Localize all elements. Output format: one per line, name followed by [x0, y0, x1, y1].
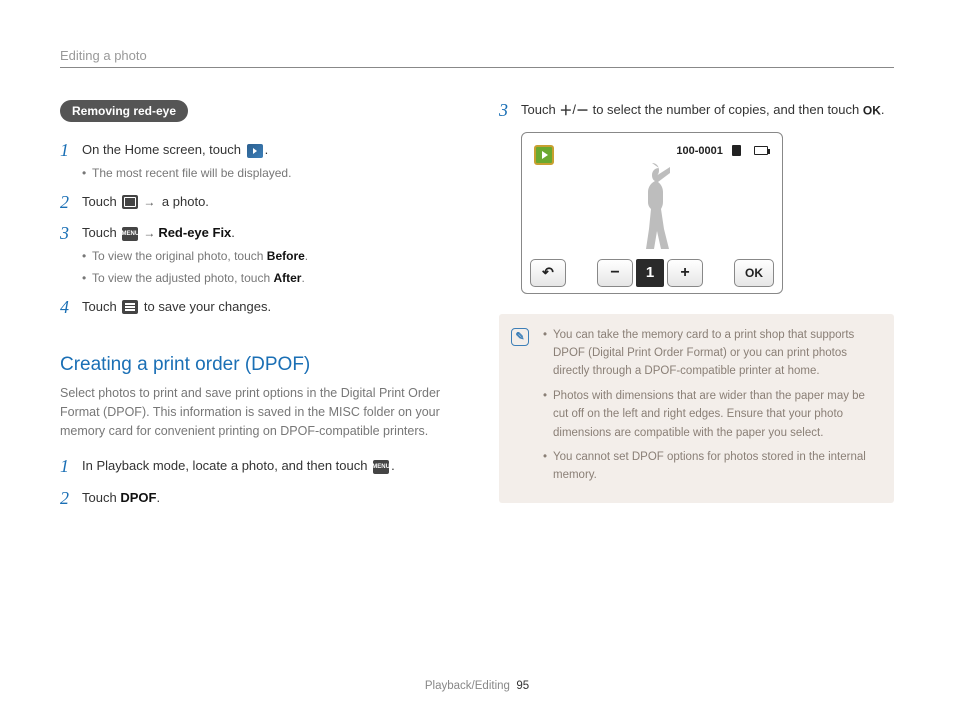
- step-row: 2 Touch → a photo.: [60, 192, 455, 214]
- content-columns: Removing red-eye 1 On the Home screen, t…: [60, 100, 894, 520]
- step-body: In Playback mode, locate a photo, and th…: [82, 456, 455, 476]
- counter-value: 100-0001: [676, 145, 723, 157]
- arrow-icon: →: [143, 193, 155, 211]
- step-text: to select the number of copies, and then…: [589, 102, 863, 117]
- plus-icon: ＋: [559, 103, 572, 118]
- left-column: Removing red-eye 1 On the Home screen, t…: [60, 100, 455, 520]
- minus-button[interactable]: −: [597, 259, 633, 287]
- step-bold: DPOF: [120, 490, 156, 505]
- step-bold: Red-eye Fix: [158, 225, 231, 240]
- person-silhouette-icon: [622, 155, 682, 255]
- sub-pre: To view the adjusted photo, touch: [92, 271, 273, 285]
- ok-button[interactable]: OK: [734, 259, 774, 287]
- menu-icon: MENU: [122, 227, 138, 241]
- step-text: to save your changes.: [140, 299, 271, 314]
- step-body: Touch MENU →Red-eye Fix. To view the orig…: [82, 223, 455, 287]
- step-sub: The most recent file will be displayed.: [82, 164, 455, 182]
- step-number: 4: [60, 297, 82, 319]
- play-icon: [534, 145, 554, 165]
- note-item: Photos with dimensions that are wider th…: [543, 387, 880, 442]
- step-number: 1: [60, 456, 82, 478]
- step-number: 3: [499, 100, 521, 122]
- step-body: Touch → a photo.: [82, 192, 455, 212]
- image-icon: [122, 195, 138, 209]
- step-text: Touch: [82, 299, 120, 314]
- battery-icon: [754, 146, 768, 155]
- note-list: You can take the memory card to a print …: [543, 326, 880, 485]
- step-number: 2: [60, 192, 82, 214]
- ok-icon: OK: [863, 104, 881, 118]
- card-icon: [732, 145, 741, 156]
- step-body: Touch DPOF.: [82, 488, 455, 508]
- note-box: ✎ You can take the memory card to a prin…: [499, 314, 894, 503]
- step-row: 3 Touch ＋/－ to select the number of copi…: [499, 100, 894, 122]
- step-tail: .: [881, 102, 885, 117]
- step-text: Touch: [82, 194, 120, 209]
- step-number: 3: [60, 223, 82, 245]
- camera-button-row: ↶ − 1 + OK: [528, 255, 776, 287]
- playback-icon: [247, 144, 263, 158]
- step-tail: .: [391, 458, 395, 473]
- step-text: On the Home screen, touch: [82, 142, 245, 157]
- step-row: 4 Touch to save your changes.: [60, 297, 455, 319]
- sub-bold: After: [273, 271, 301, 285]
- file-counter: 100-0001: [676, 145, 768, 157]
- arrow-icon: →: [143, 224, 155, 242]
- sub-pre: To view the original photo, touch: [92, 249, 267, 263]
- step-text: Touch: [521, 102, 559, 117]
- step-text: In Playback mode, locate a photo, and th…: [82, 458, 371, 473]
- note-icon: ✎: [511, 328, 529, 346]
- section-desc: Select photos to print and save print op…: [60, 384, 455, 440]
- footer-section: Playback/Editing: [425, 680, 510, 692]
- minus-icon: －: [576, 103, 589, 118]
- sub-post: .: [301, 271, 304, 285]
- sub-bold: Before: [267, 249, 305, 263]
- back-button[interactable]: ↶: [530, 259, 566, 287]
- step-body: Touch ＋/－ to select the number of copies…: [521, 100, 894, 120]
- step-number: 1: [60, 140, 82, 162]
- step-row: 2 Touch DPOF.: [60, 488, 455, 510]
- note-item: You cannot set DPOF options for photos s…: [543, 448, 880, 485]
- step-tail: .: [265, 142, 269, 157]
- section-title-dpof: Creating a print order (DPOF): [60, 354, 455, 376]
- footer-page: 95: [516, 680, 529, 692]
- camera-screen-illustration: 100-0001 ↶ − 1 + OK: [521, 132, 783, 294]
- step-row: 1 In Playback mode, locate a photo, and …: [60, 456, 455, 478]
- page-footer: Playback/Editing 95: [0, 680, 954, 692]
- save-icon: [122, 300, 138, 314]
- step-tail: .: [156, 490, 160, 505]
- step-row: 3 Touch MENU →Red-eye Fix. To view the or…: [60, 223, 455, 287]
- step-row: 1 On the Home screen, touch . The most r…: [60, 140, 455, 182]
- step-sub: To view the adjusted photo, touch After.: [82, 269, 455, 287]
- section-pill-redeye: Removing red-eye: [60, 100, 188, 122]
- page-header: Editing a photo: [60, 48, 894, 68]
- count-group: − 1 +: [597, 259, 703, 287]
- right-column: 3 Touch ＋/－ to select the number of copi…: [499, 100, 894, 520]
- step-text: Touch: [82, 225, 120, 240]
- step-number: 2: [60, 488, 82, 510]
- camera-preview-area: 100-0001: [528, 139, 776, 255]
- step-tail: .: [231, 225, 235, 240]
- plus-button[interactable]: +: [667, 259, 703, 287]
- step-body: Touch to save your changes.: [82, 297, 455, 317]
- menu-icon: MENU: [373, 460, 389, 474]
- step-body: On the Home screen, touch . The most rec…: [82, 140, 455, 182]
- step-text: Touch: [82, 490, 120, 505]
- step-text: a photo.: [158, 194, 209, 209]
- copies-count: 1: [636, 259, 664, 287]
- step-sub: To view the original photo, touch Before…: [82, 247, 455, 265]
- sub-post: .: [305, 249, 308, 263]
- note-item: You can take the memory card to a print …: [543, 326, 880, 381]
